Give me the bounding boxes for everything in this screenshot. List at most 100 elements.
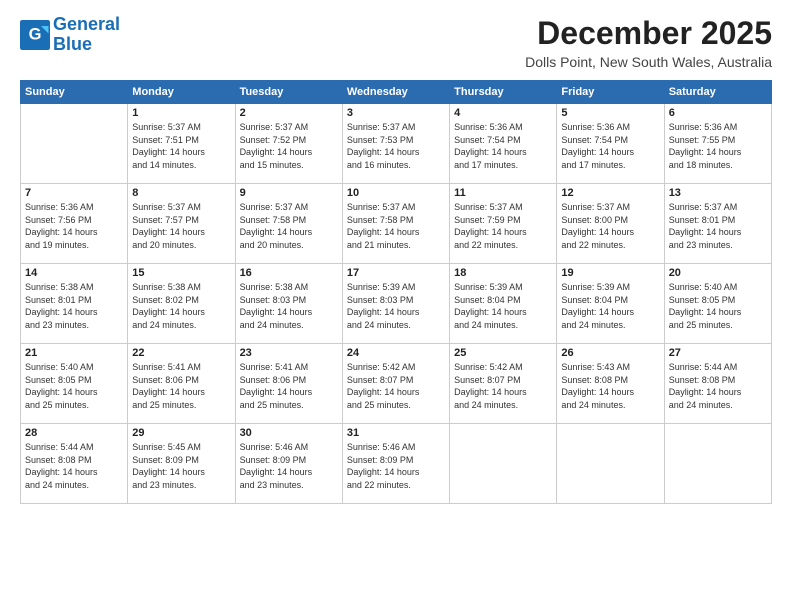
day-info: Sunrise: 5:42 AMSunset: 8:07 PMDaylight:…: [347, 361, 445, 411]
page: G General Blue December 2025 Dolls Point…: [0, 0, 792, 612]
day-number: 3: [347, 107, 445, 119]
week-row-4: 21 Sunrise: 5:40 AMSunset: 8:05 PMDayligh…: [21, 344, 772, 424]
day-info: Sunrise: 5:39 AMSunset: 8:03 PMDaylight:…: [347, 281, 445, 331]
calendar-header-row: Sunday Monday Tuesday Wednesday Thursday…: [21, 81, 772, 104]
day-info: Sunrise: 5:41 AMSunset: 8:06 PMDaylight:…: [132, 361, 230, 411]
calendar-cell-w4-d6: 27 Sunrise: 5:44 AMSunset: 8:08 PMDayligh…: [664, 344, 771, 424]
calendar-cell-w1-d3: 3Sunrise: 5:37 AMSunset: 7:53 PMDaylight…: [342, 104, 449, 184]
calendar-cell-w3-d4: 18Sunrise: 5:39 AMSunset: 8:04 PMDayligh…: [450, 264, 557, 344]
calendar-cell-w1-d2: 2Sunrise: 5:37 AMSunset: 7:52 PMDaylight…: [235, 104, 342, 184]
calendar-cell-w1-d0: [21, 104, 128, 184]
day-info: Sunrise: 5:40 AMSunset: 8:05 PMDaylight:…: [25, 361, 123, 411]
calendar-cell-w4-d3: 24 Sunrise: 5:42 AMSunset: 8:07 PMDayligh…: [342, 344, 449, 424]
header-friday: Friday: [557, 81, 664, 104]
day-number: 22: [132, 347, 230, 359]
day-number: 16: [240, 267, 338, 279]
day-number: 20: [669, 267, 767, 279]
logo-line2: Blue: [53, 34, 92, 54]
day-number: 8: [132, 187, 230, 199]
main-title: December 2025: [525, 15, 772, 52]
day-info: Sunrise: 5:42 AMSunset: 8:07 PMDaylight:…: [454, 361, 552, 411]
week-row-5: 28 Sunrise: 5:44 AMSunset: 8:08 PMDayligh…: [21, 424, 772, 504]
day-info: Sunrise: 5:38 AMSunset: 8:01 PMDaylight:…: [25, 281, 123, 331]
day-info: Sunrise: 5:46 AMSunset: 8:09 PMDaylight:…: [240, 441, 338, 491]
calendar-cell-w5-d0: 28 Sunrise: 5:44 AMSunset: 8:08 PMDayligh…: [21, 424, 128, 504]
calendar-cell-w3-d5: 19Sunrise: 5:39 AMSunset: 8:04 PMDayligh…: [557, 264, 664, 344]
week-row-1: 1 Sunrise: 5:37 AMSunset: 7:51 PMDaylight…: [21, 104, 772, 184]
logo-line1: General: [53, 14, 120, 34]
header-tuesday: Tuesday: [235, 81, 342, 104]
calendar-cell-w2-d0: 7Sunrise: 5:36 AMSunset: 7:56 PMDaylight…: [21, 184, 128, 264]
day-number: 4: [454, 107, 552, 119]
day-number: 23: [240, 347, 338, 359]
day-number: 14: [25, 267, 123, 279]
header-wednesday: Wednesday: [342, 81, 449, 104]
calendar-cell-w5-d1: 29Sunrise: 5:45 AMSunset: 8:09 PMDayligh…: [128, 424, 235, 504]
day-number: 25: [454, 347, 552, 359]
calendar: Sunday Monday Tuesday Wednesday Thursday…: [20, 80, 772, 504]
day-info: Sunrise: 5:46 AMSunset: 8:09 PMDaylight:…: [347, 441, 445, 491]
week-row-2: 7Sunrise: 5:36 AMSunset: 7:56 PMDaylight…: [21, 184, 772, 264]
calendar-cell-w5-d5: [557, 424, 664, 504]
day-info: Sunrise: 5:37 AMSunset: 7:59 PMDaylight:…: [454, 201, 552, 251]
day-info: Sunrise: 5:40 AMSunset: 8:05 PMDaylight:…: [669, 281, 767, 331]
logo-icon: G: [20, 20, 50, 50]
day-number: 5: [561, 107, 659, 119]
calendar-cell-w5-d4: [450, 424, 557, 504]
day-info: Sunrise: 5:36 AMSunset: 7:54 PMDaylight:…: [454, 121, 552, 171]
logo-text: General Blue: [53, 15, 120, 55]
day-number: 17: [347, 267, 445, 279]
day-number: 6: [669, 107, 767, 119]
day-number: 9: [240, 187, 338, 199]
day-number: 27: [669, 347, 767, 359]
calendar-cell-w1-d1: 1 Sunrise: 5:37 AMSunset: 7:51 PMDaylight…: [128, 104, 235, 184]
calendar-cell-w3-d1: 15 Sunrise: 5:38 AMSunset: 8:02 PMDayligh…: [128, 264, 235, 344]
header-saturday: Saturday: [664, 81, 771, 104]
day-info: Sunrise: 5:44 AMSunset: 8:08 PMDaylight:…: [25, 441, 123, 491]
calendar-cell-w4-d5: 26 Sunrise: 5:43 AMSunset: 8:08 PMDayligh…: [557, 344, 664, 424]
calendar-cell-w1-d4: 4 Sunrise: 5:36 AMSunset: 7:54 PMDaylight…: [450, 104, 557, 184]
day-number: 18: [454, 267, 552, 279]
calendar-cell-w3-d0: 14 Sunrise: 5:38 AMSunset: 8:01 PMDayligh…: [21, 264, 128, 344]
day-number: 28: [25, 427, 123, 439]
day-number: 26: [561, 347, 659, 359]
day-info: Sunrise: 5:45 AMSunset: 8:09 PMDaylight:…: [132, 441, 230, 491]
logo: G General Blue: [20, 15, 120, 55]
calendar-cell-w2-d5: 12 Sunrise: 5:37 AMSunset: 8:00 PMDayligh…: [557, 184, 664, 264]
day-number: 30: [240, 427, 338, 439]
day-info: Sunrise: 5:43 AMSunset: 8:08 PMDaylight:…: [561, 361, 659, 411]
day-number: 21: [25, 347, 123, 359]
calendar-cell-w4-d1: 22 Sunrise: 5:41 AMSunset: 8:06 PMDayligh…: [128, 344, 235, 424]
day-info: Sunrise: 5:39 AMSunset: 8:04 PMDaylight:…: [561, 281, 659, 331]
day-info: Sunrise: 5:37 AMSunset: 7:51 PMDaylight:…: [132, 121, 230, 171]
day-info: Sunrise: 5:37 AMSunset: 7:58 PMDaylight:…: [347, 201, 445, 251]
calendar-cell-w2-d1: 8Sunrise: 5:37 AMSunset: 7:57 PMDaylight…: [128, 184, 235, 264]
day-number: 12: [561, 187, 659, 199]
day-number: 11: [454, 187, 552, 199]
day-number: 1: [132, 107, 230, 119]
calendar-cell-w2-d3: 10 Sunrise: 5:37 AMSunset: 7:58 PMDayligh…: [342, 184, 449, 264]
calendar-cell-w4-d0: 21 Sunrise: 5:40 AMSunset: 8:05 PMDayligh…: [21, 344, 128, 424]
calendar-cell-w4-d2: 23 Sunrise: 5:41 AMSunset: 8:06 PMDayligh…: [235, 344, 342, 424]
calendar-cell-w5-d6: [664, 424, 771, 504]
title-area: December 2025 Dolls Point, New South Wal…: [525, 15, 772, 70]
day-number: 15: [132, 267, 230, 279]
day-number: 24: [347, 347, 445, 359]
day-info: Sunrise: 5:41 AMSunset: 8:06 PMDaylight:…: [240, 361, 338, 411]
day-number: 13: [669, 187, 767, 199]
day-info: Sunrise: 5:36 AMSunset: 7:56 PMDaylight:…: [25, 201, 123, 251]
calendar-cell-w3-d2: 16Sunrise: 5:38 AMSunset: 8:03 PMDayligh…: [235, 264, 342, 344]
calendar-cell-w2-d2: 9Sunrise: 5:37 AMSunset: 7:58 PMDaylight…: [235, 184, 342, 264]
header-monday: Monday: [128, 81, 235, 104]
calendar-cell-w1-d5: 5Sunrise: 5:36 AMSunset: 7:54 PMDaylight…: [557, 104, 664, 184]
day-info: Sunrise: 5:38 AMSunset: 8:02 PMDaylight:…: [132, 281, 230, 331]
day-number: 10: [347, 187, 445, 199]
calendar-cell-w1-d6: 6 Sunrise: 5:36 AMSunset: 7:55 PMDaylight…: [664, 104, 771, 184]
calendar-cell-w5-d2: 30 Sunrise: 5:46 AMSunset: 8:09 PMDayligh…: [235, 424, 342, 504]
calendar-cell-w3-d6: 20 Sunrise: 5:40 AMSunset: 8:05 PMDayligh…: [664, 264, 771, 344]
day-info: Sunrise: 5:36 AMSunset: 7:55 PMDaylight:…: [669, 121, 767, 171]
calendar-cell-w5-d3: 31Sunrise: 5:46 AMSunset: 8:09 PMDayligh…: [342, 424, 449, 504]
day-info: Sunrise: 5:37 AMSunset: 8:00 PMDaylight:…: [561, 201, 659, 251]
day-info: Sunrise: 5:44 AMSunset: 8:08 PMDaylight:…: [669, 361, 767, 411]
svg-text:G: G: [29, 25, 42, 43]
